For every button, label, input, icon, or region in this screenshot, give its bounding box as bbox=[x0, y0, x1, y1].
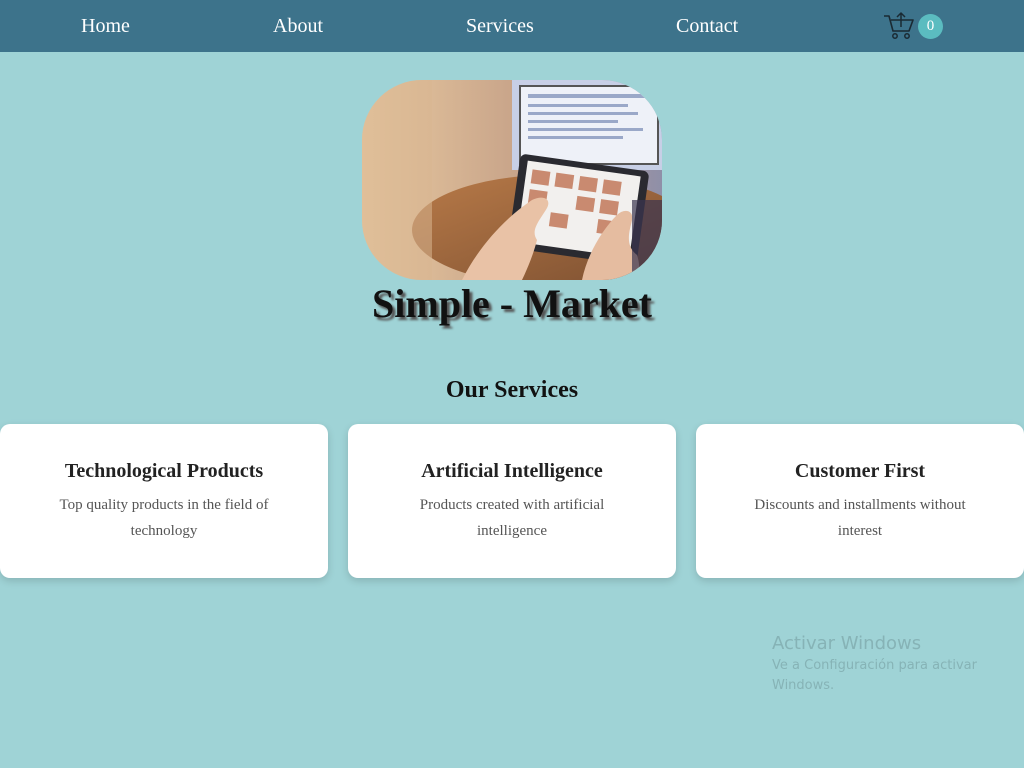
service-card-title: Technological Products bbox=[64, 460, 264, 482]
service-card-title: Customer First bbox=[794, 460, 926, 482]
nav-link-about[interactable]: About bbox=[273, 14, 323, 38]
service-card-description: Products created with artificial intelli… bbox=[419, 497, 605, 539]
watermark-subtitle: Ve a Configuración para activar Windows. bbox=[772, 658, 977, 693]
nav-link-contact[interactable]: Contact bbox=[676, 14, 738, 38]
service-card-description: Top quality products in the field of tec… bbox=[59, 497, 269, 539]
shopping-cart-icon[interactable] bbox=[882, 10, 916, 42]
cart-count-badge: 0 bbox=[918, 14, 943, 39]
services-section-title: Our Services bbox=[445, 377, 579, 403]
service-card-title: Artificial Intelligence bbox=[421, 460, 603, 482]
service-card-customer-first: Customer First Discounts and installment… bbox=[696, 424, 1024, 578]
service-card-artificial-intelligence: Artificial Intelligence Products created… bbox=[348, 424, 676, 578]
hero-image bbox=[362, 80, 662, 280]
top-navbar: Home About Services Contact 0 bbox=[0, 0, 1024, 52]
site-title: Simple - Market bbox=[372, 281, 652, 326]
service-card-description: Discounts and installments without inter… bbox=[754, 497, 966, 539]
nav-link-home[interactable]: Home bbox=[81, 14, 130, 38]
windows-activation-watermark: Activar Windows Ve a Configuración para … bbox=[772, 632, 1012, 696]
watermark-title: Activar Windows bbox=[772, 633, 922, 654]
nav-link-services[interactable]: Services bbox=[466, 14, 534, 38]
service-card-technological-products: Technological Products Top quality produ… bbox=[0, 424, 328, 578]
